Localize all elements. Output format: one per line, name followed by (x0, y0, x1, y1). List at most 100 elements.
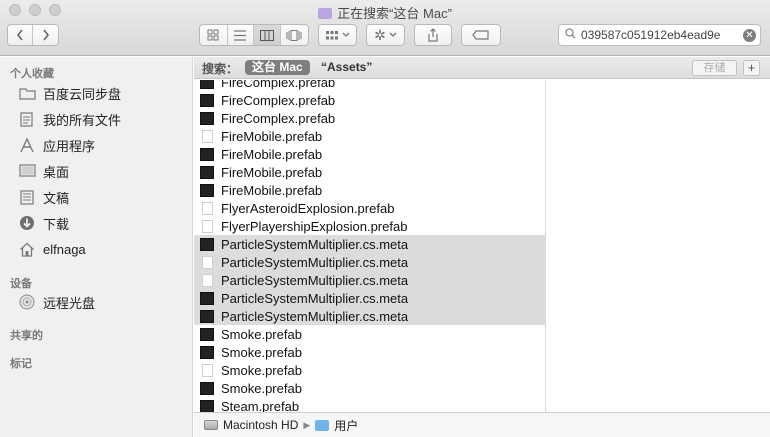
edit-tags-button[interactable] (461, 24, 501, 46)
downloads-icon (18, 215, 36, 231)
prefab-file-icon (200, 345, 214, 359)
sidebar-item-desktop[interactable]: 桌面 (18, 160, 69, 182)
file-row[interactable]: Steam.prefab (194, 397, 545, 412)
path-separator-icon: ▶ (303, 419, 311, 430)
file-row[interactable]: FlyerPlayershipExplosion.prefab (194, 217, 545, 235)
prefab-file-icon (200, 399, 214, 412)
prefab-file-icon (200, 183, 214, 197)
file-row[interactable]: FireComplex.prefab (194, 80, 545, 91)
prefab-file-icon (200, 111, 214, 125)
file-row[interactable]: FireComplex.prefab (194, 91, 545, 109)
sidebar-item-label: elfnaga (43, 241, 86, 257)
back-button[interactable] (8, 25, 34, 45)
file-name: ParticleSystemMultiplier.cs.meta (221, 272, 409, 288)
file-row[interactable]: FireMobile.prefab (194, 163, 545, 181)
action-button[interactable]: ✲ (366, 24, 405, 46)
sidebar-item-label: 应用程序 (43, 138, 96, 154)
file-name: Smoke.prefab (221, 380, 302, 396)
file-row[interactable]: FireMobile.prefab (194, 127, 545, 145)
prefab-file-icon (200, 381, 214, 395)
sidebar-item-baidu-sync[interactable]: 百度云同步盘 (18, 82, 121, 104)
home-icon (18, 241, 36, 257)
file-row[interactable]: FireMobile.prefab (194, 181, 545, 199)
add-criteria-button[interactable]: + (743, 60, 760, 76)
file-row[interactable]: FireMobile.prefab (194, 145, 545, 163)
file-name: ParticleSystemMultiplier.cs.meta (221, 308, 409, 324)
sidebar-item-downloads[interactable]: 下载 (18, 212, 69, 234)
file-row[interactable]: Smoke.prefab (194, 361, 545, 379)
file-row[interactable]: Smoke.prefab (194, 325, 545, 343)
sidebar-item-label: 远程光盘 (43, 295, 96, 311)
file-row[interactable]: ParticleSystemMultiplier.cs.meta (194, 271, 545, 289)
grid-icon (207, 29, 219, 41)
column-view-button[interactable] (254, 25, 281, 45)
file-name: Smoke.prefab (221, 362, 302, 378)
file-name: FireComplex.prefab (221, 80, 336, 90)
sidebar-section-tags: 标记 (10, 358, 32, 370)
list-view-button[interactable] (228, 25, 255, 45)
icon-view-button[interactable] (200, 25, 228, 45)
document-file-icon (202, 201, 213, 215)
file-row[interactable]: ParticleSystemMultiplier.cs.meta (194, 307, 545, 325)
file-row[interactable]: ParticleSystemMultiplier.cs.meta (194, 289, 545, 307)
cover-flow-view-button[interactable] (281, 25, 308, 45)
documents-icon (18, 189, 36, 205)
chevron-right-icon (42, 29, 49, 41)
prefab-file-icon (200, 165, 214, 179)
share-icon (428, 28, 438, 42)
search-input[interactable] (581, 28, 741, 42)
sidebar-item-documents[interactable]: 文稿 (18, 186, 69, 208)
path-bar: Macintosh HD ▶ 用户 (194, 412, 770, 437)
file-row[interactable]: Smoke.prefab (194, 379, 545, 397)
folder-icon (18, 85, 36, 101)
forward-button[interactable] (33, 25, 58, 45)
file-name: FireComplex.prefab (221, 92, 336, 108)
prefab-file-icon (200, 93, 214, 107)
search-scope-bar: 搜索： 这台 Mac “Assets” 存储 + (194, 57, 770, 79)
tag-icon (472, 30, 489, 40)
path-item-folder[interactable]: 用户 (334, 417, 358, 434)
sidebar-item-all-my-files[interactable]: 我的所有文件 (18, 108, 121, 130)
sidebar-item-applications[interactable]: 应用程序 (18, 134, 95, 156)
document-file-icon (202, 129, 213, 143)
cover-flow-icon (286, 29, 302, 41)
prefab-file-icon (200, 147, 214, 161)
sidebar-section-devices: 设备 (10, 278, 32, 290)
document-file-icon (202, 363, 213, 377)
search-field[interactable]: ✕ (558, 24, 761, 46)
file-name: FireMobile.prefab (221, 164, 323, 180)
file-name: ParticleSystemMultiplier.cs.meta (221, 290, 409, 306)
file-list: FireComplex.prefab FireComplex.prefab Fire… (194, 80, 546, 412)
gear-icon: ✲ (374, 26, 386, 43)
file-row[interactable]: Smoke.prefab (194, 343, 545, 361)
sidebar-item-label: 文稿 (43, 190, 70, 206)
scope-assets-button[interactable]: “Assets” (321, 60, 372, 74)
sidebar-item-home[interactable]: elfnaga (18, 238, 86, 260)
sidebar-section-favorites: 个人收藏 (10, 68, 54, 80)
share-button[interactable] (414, 24, 452, 46)
document-file-icon (202, 273, 213, 287)
prefab-file-icon (200, 80, 214, 89)
arrange-button[interactable] (318, 24, 357, 46)
file-name: FlyerPlayershipExplosion.prefab (221, 218, 408, 234)
path-item-disk[interactable]: Macintosh HD (223, 418, 298, 432)
file-row[interactable]: FlyerAsteroidExplosion.prefab (194, 199, 545, 217)
prefab-file-icon (200, 309, 214, 323)
clear-search-icon[interactable]: ✕ (743, 29, 756, 42)
save-search-button[interactable]: 存储 (692, 60, 737, 76)
file-row[interactable]: ParticleSystemMultiplier.cs.meta (194, 253, 545, 271)
search-icon (565, 28, 576, 42)
file-name: FlyerAsteroidExplosion.prefab (221, 200, 395, 216)
disc-icon (18, 294, 36, 310)
smart-folder-icon (318, 8, 333, 19)
file-name: FireComplex.prefab (221, 110, 336, 126)
file-name: FireMobile.prefab (221, 182, 323, 198)
scope-this-mac-button[interactable]: 这台 Mac (245, 60, 310, 75)
file-row[interactable]: ParticleSystemMultiplier.cs.meta (194, 235, 545, 253)
file-name: FireMobile.prefab (221, 146, 323, 162)
file-row[interactable]: FireComplex.prefab (194, 109, 545, 127)
file-name: FireMobile.prefab (221, 128, 323, 144)
file-name: ParticleSystemMultiplier.cs.meta (221, 236, 409, 252)
all-files-icon (18, 111, 36, 127)
sidebar-item-remote-disc[interactable]: 远程光盘 (18, 291, 95, 313)
